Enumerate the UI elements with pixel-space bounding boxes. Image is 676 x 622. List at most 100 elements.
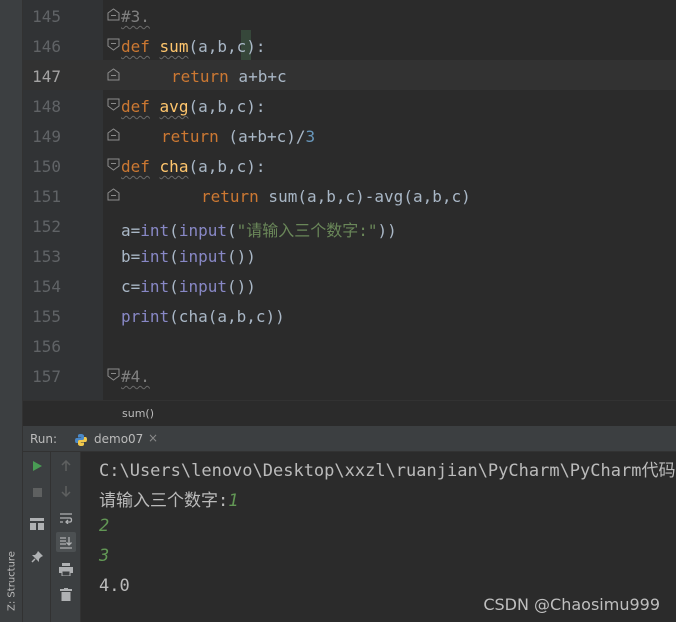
console-text: 4.0 xyxy=(99,576,130,596)
console-text: 2 xyxy=(99,516,110,536)
code-token: sum xyxy=(159,37,189,56)
code-token: c): xyxy=(236,157,266,176)
console-line: C:\Users\lenovo\Desktop\xxzl\ruanjian\Py… xyxy=(99,456,676,481)
breadcrumb-item[interactable]: sum() xyxy=(122,407,154,420)
code-token: ()) xyxy=(226,247,256,266)
down-arrow-icon[interactable] xyxy=(56,481,76,501)
structure-tab-label: Z: Structure xyxy=(6,551,18,611)
code-line[interactable]: 154 c=int(input()) xyxy=(23,270,676,300)
fold-end-icon[interactable] xyxy=(107,128,120,141)
code-token: b xyxy=(432,187,442,206)
fold-start-icon[interactable] xyxy=(107,368,120,381)
left-tool-strip: Z: Structure xyxy=(0,0,23,622)
code-line[interactable]: 153 b=int(input()) xyxy=(23,240,676,270)
code-token: c): xyxy=(236,97,266,116)
code-token: ( xyxy=(169,221,179,240)
breadcrumb: sum() xyxy=(23,400,676,426)
code-token: def xyxy=(121,157,150,176)
code-token: ( xyxy=(226,221,237,240)
code-text: #3. xyxy=(121,7,150,26)
code-text: print(cha(a,b,c)) xyxy=(121,307,285,326)
line-number: 151 xyxy=(32,187,61,206)
code-token: avg xyxy=(159,97,189,116)
code-line[interactable]: 157 #4. xyxy=(23,360,676,390)
code-token: a= xyxy=(121,221,141,240)
code-token: , xyxy=(316,187,327,206)
code-line[interactable]: 150 def cha(a,b,c): xyxy=(23,150,676,180)
scroll-to-end-icon[interactable] xyxy=(56,532,76,552)
fold-end-icon[interactable] xyxy=(107,8,120,21)
code-token: int xyxy=(140,277,170,296)
code-token: #4. xyxy=(121,367,150,386)
run-icon[interactable] xyxy=(27,456,47,476)
code-token: , xyxy=(441,187,452,206)
line-number: 152 xyxy=(32,217,61,236)
code-token: def xyxy=(121,37,150,56)
code-token: 3 xyxy=(305,127,316,146)
console-text: 请输入三个数字: xyxy=(99,491,229,511)
code-token: return xyxy=(161,127,219,146)
code-text: #4. xyxy=(121,367,150,386)
code-token: , xyxy=(207,157,218,176)
code-line[interactable]: 149 return (a+b+c)/3 xyxy=(23,120,676,150)
code-text: c=int(input()) xyxy=(121,277,256,296)
close-icon[interactable]: × xyxy=(148,431,158,445)
code-token: b xyxy=(217,37,227,56)
structure-tab[interactable]: Z: Structure xyxy=(4,540,20,622)
code-token: int xyxy=(140,221,170,240)
code-token: (a xyxy=(188,37,208,56)
code-token: input xyxy=(178,277,227,296)
python-file-icon xyxy=(74,432,88,446)
code-line[interactable]: 152 a=int(input("请输入三个数字:")) xyxy=(23,210,676,240)
code-line[interactable]: 147 return a+b+c xyxy=(23,60,676,90)
fold-start-icon[interactable] xyxy=(107,38,120,51)
run-tab-label: demo07 xyxy=(94,432,144,446)
line-number: 153 xyxy=(32,247,61,266)
code-line[interactable]: 146 def sum(a,b,c): xyxy=(23,30,676,60)
fold-end-icon[interactable] xyxy=(107,188,120,201)
code-token: b xyxy=(236,307,247,326)
csdn-watermark: CSDN @Chaosimu999 xyxy=(483,595,660,614)
code-token: print xyxy=(121,307,170,326)
stop-icon[interactable] xyxy=(27,482,47,502)
code-line[interactable]: 151 return sum(a,b,c)-avg(a,b,c) xyxy=(23,180,676,210)
run-tab-demo07[interactable]: demo07 × xyxy=(68,426,168,452)
code-token: c) xyxy=(451,187,471,206)
code-line[interactable]: 156 xyxy=(23,330,676,360)
layout-icon[interactable] xyxy=(27,514,47,534)
fold-end-icon[interactable] xyxy=(107,68,120,81)
soft-wrap-icon[interactable] xyxy=(56,508,76,528)
fold-start-icon[interactable] xyxy=(107,98,120,111)
pin-icon[interactable] xyxy=(27,546,47,566)
code-token: b xyxy=(217,97,227,116)
code-line[interactable]: 148 def avg(a,b,c): xyxy=(23,90,676,120)
code-token: b xyxy=(326,187,336,206)
code-token: ( xyxy=(169,277,179,296)
code-text: a=int(input("请输入三个数字:")) xyxy=(121,217,397,241)
code-token: )) xyxy=(377,221,397,240)
code-token: ( xyxy=(169,247,179,266)
code-token: a+b+c xyxy=(228,67,287,86)
code-line[interactable]: 155 print(cha(a,b,c)) xyxy=(23,300,676,330)
trash-icon[interactable] xyxy=(56,584,76,604)
code-editor[interactable]: 145 #3. 146 def sum(a,b,c): 147 return a+b+c 1… xyxy=(23,0,676,400)
console-text: C:\Users\lenovo\Desktop\xxzl\ruanjian\Py… xyxy=(99,461,676,481)
code-token: c)-avg(a xyxy=(345,187,423,206)
print-icon[interactable] xyxy=(56,559,76,579)
code-token: cha xyxy=(159,157,189,176)
up-arrow-icon[interactable] xyxy=(56,456,76,476)
code-token: , xyxy=(207,37,218,56)
code-text: return (a+b+c)/3 xyxy=(161,127,315,146)
code-token: b= xyxy=(121,247,141,266)
console-line: 2 xyxy=(99,516,109,536)
line-number: 156 xyxy=(32,337,61,356)
fold-start-icon[interactable] xyxy=(107,158,120,171)
code-token: (cha(a xyxy=(169,307,227,326)
code-token: , xyxy=(227,37,237,56)
line-number: 148 xyxy=(32,97,61,116)
code-token: sum(a xyxy=(258,187,317,206)
code-token: int xyxy=(140,247,170,266)
code-line[interactable]: 145 #3. xyxy=(23,0,676,30)
